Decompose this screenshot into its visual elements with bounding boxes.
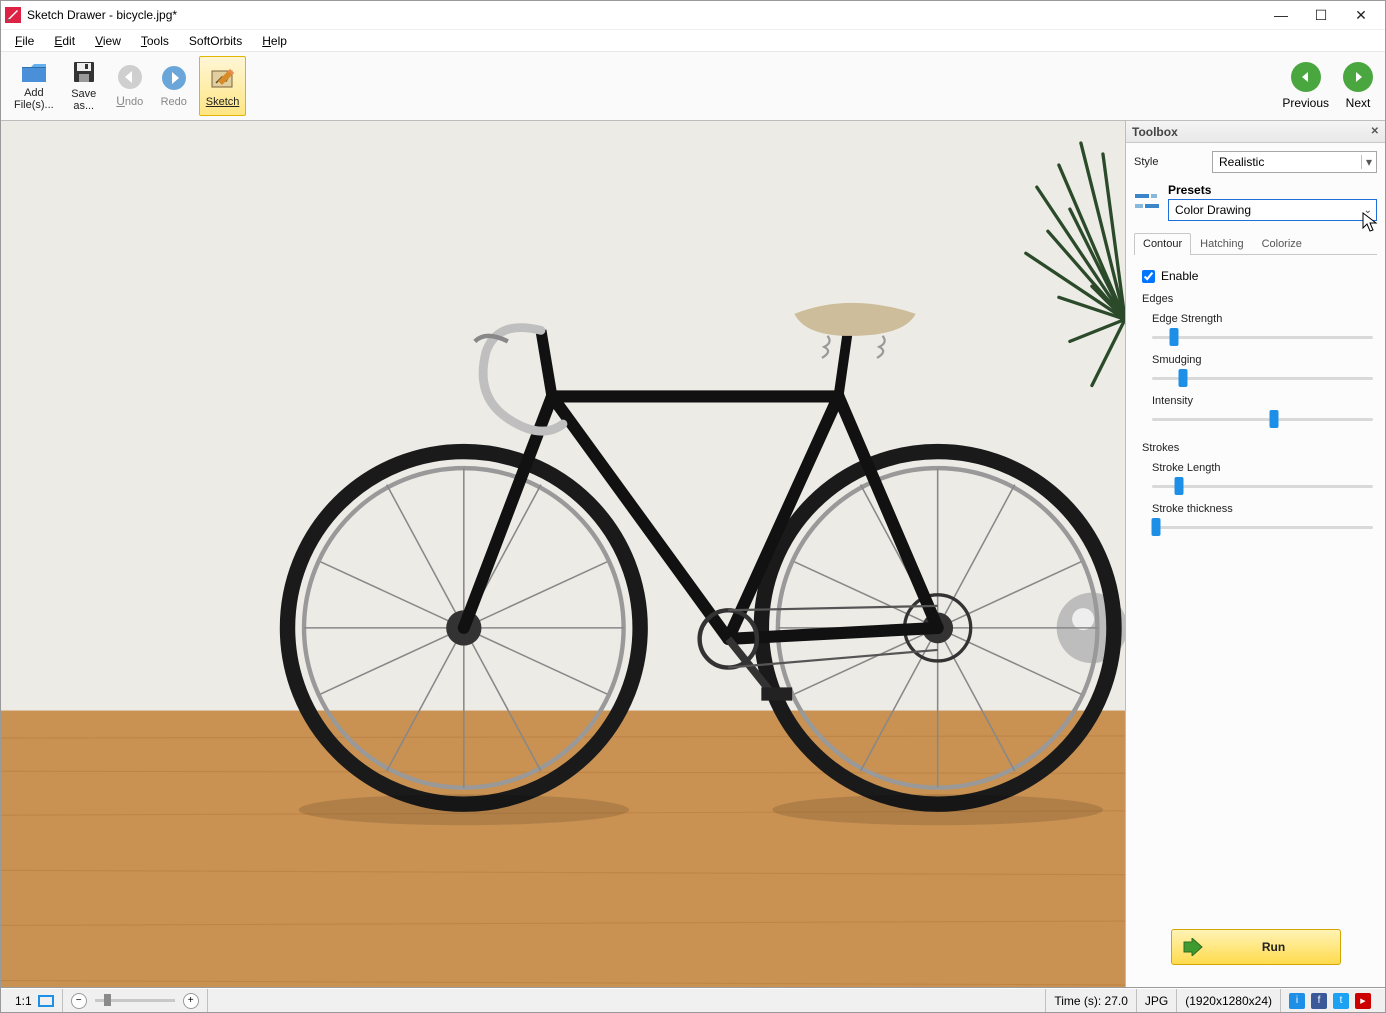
next-label: Next (1346, 96, 1371, 110)
run-arrow-icon (1182, 938, 1204, 956)
image-preview (1, 121, 1125, 987)
presets-label: Presets (1168, 183, 1377, 197)
status-time: Time (s): 27.0 (1046, 989, 1137, 1012)
toolbox-header: Toolbox ✕ (1126, 121, 1385, 143)
close-button[interactable]: ✕ (1341, 3, 1381, 27)
add-files-button[interactable]: Add File(s)... (7, 56, 61, 116)
toolbox-panel: Toolbox ✕ Style Realistic ▾ Presets Colo… (1125, 121, 1385, 987)
next-button[interactable]: Next (1337, 56, 1379, 116)
toolbar: Add File(s)... Save as... Undo Redo Sket… (1, 51, 1385, 121)
presets-icon (1134, 189, 1160, 215)
window-title: Sketch Drawer - bicycle.jpg* (27, 8, 177, 22)
intensity-label: Intensity (1152, 395, 1373, 407)
chevron-down-icon: ▾ (1361, 155, 1372, 169)
status-dimensions: (1920x1280x24) (1177, 989, 1281, 1012)
toolbox-title: Toolbox (1132, 125, 1178, 139)
app-icon (5, 7, 21, 23)
stroke-length-label: Stroke Length (1152, 462, 1373, 474)
presets-select[interactable]: Color Drawing ⌄ (1168, 199, 1377, 221)
status-format: JPG (1137, 989, 1177, 1012)
previous-label: Previous (1282, 96, 1329, 110)
presets-value: Color Drawing (1175, 203, 1251, 217)
folder-icon (20, 61, 48, 83)
undo-label: Undo (116, 95, 143, 108)
save-as-label: Save as... (71, 88, 96, 112)
status-spacer (208, 989, 1047, 1012)
edge-strength-label: Edge Strength (1152, 313, 1373, 325)
menu-view[interactable]: View (87, 32, 129, 50)
info-icon[interactable]: i (1289, 993, 1305, 1009)
facebook-icon[interactable]: f (1311, 993, 1327, 1009)
zoom-in-button[interactable]: + (183, 993, 199, 1009)
sketch-button[interactable]: Sketch (199, 56, 247, 116)
tab-contour[interactable]: Contour (1134, 233, 1191, 255)
redo-icon (160, 64, 188, 92)
zoom-control: − + (63, 989, 208, 1012)
youtube-icon[interactable]: ▶ (1355, 993, 1371, 1009)
next-icon (1343, 62, 1373, 92)
ratio-text: 1:1 (15, 994, 32, 1008)
enable-label: Enable (1161, 269, 1198, 283)
fit-icon[interactable] (38, 995, 54, 1007)
stroke-length-slider[interactable] (1152, 477, 1373, 495)
save-as-button[interactable]: Save as... (63, 56, 105, 116)
undo-icon (116, 63, 144, 91)
strokes-group-title: Strokes (1142, 442, 1373, 454)
maximize-button[interactable]: ☐ (1301, 3, 1341, 27)
toolbox-tabs: Contour Hatching Colorize (1134, 233, 1377, 255)
menu-edit[interactable]: Edit (46, 32, 83, 50)
redo-button[interactable]: Redo (153, 56, 195, 116)
tab-hatching[interactable]: Hatching (1191, 233, 1252, 255)
toolbox-close-icon[interactable]: ✕ (1371, 126, 1379, 137)
titlebar: Sketch Drawer - bicycle.jpg* — ☐ ✕ (1, 1, 1385, 29)
stroke-thickness-slider[interactable] (1152, 518, 1373, 536)
undo-button[interactable]: Undo (109, 56, 151, 116)
run-button[interactable]: Run (1171, 929, 1341, 965)
run-label: Run (1218, 940, 1330, 954)
smudging-label: Smudging (1152, 354, 1373, 366)
menu-softorbits[interactable]: SoftOrbits (181, 32, 250, 50)
save-icon (70, 60, 98, 84)
status-ratio: 1:1 (7, 989, 63, 1012)
canvas-area[interactable] (1, 121, 1125, 987)
previous-icon (1291, 62, 1321, 92)
twitter-icon[interactable]: t (1333, 993, 1349, 1009)
style-value: Realistic (1219, 155, 1264, 169)
style-label: Style (1134, 156, 1204, 168)
edges-group-title: Edges (1142, 293, 1373, 305)
minimize-button[interactable]: — (1261, 3, 1301, 27)
style-select[interactable]: Realistic ▾ (1212, 151, 1377, 173)
redo-label: Redo (161, 96, 187, 108)
menu-tools[interactable]: Tools (133, 32, 177, 50)
statusbar: 1:1 − + Time (s): 27.0 JPG (1920x1280x24… (1, 988, 1385, 1012)
previous-button[interactable]: Previous (1276, 56, 1335, 116)
intensity-slider[interactable] (1152, 410, 1373, 428)
zoom-slider[interactable] (95, 999, 175, 1002)
enable-checkbox[interactable] (1142, 270, 1155, 283)
enable-checkbox-row[interactable]: Enable (1142, 269, 1373, 283)
smudging-slider[interactable] (1152, 369, 1373, 387)
add-files-label: Add File(s)... (14, 87, 54, 111)
sketch-label: Sketch (206, 96, 240, 108)
tab-content-contour: Enable Edges Edge Strength Smudging Inte… (1134, 261, 1377, 540)
menu-file[interactable]: File (7, 32, 42, 50)
status-social: i f t ▶ (1281, 989, 1379, 1012)
edge-strength-slider[interactable] (1152, 328, 1373, 346)
content-area: Toolbox ✕ Style Realistic ▾ Presets Colo… (1, 121, 1385, 988)
sketch-icon (209, 64, 237, 92)
tab-colorize[interactable]: Colorize (1253, 233, 1311, 255)
chevron-down-icon: ⌄ (1364, 205, 1372, 216)
menu-help[interactable]: Help (254, 32, 295, 50)
stroke-thickness-label: Stroke thickness (1152, 503, 1373, 515)
zoom-out-button[interactable]: − (71, 993, 87, 1009)
menubar: File Edit View Tools SoftOrbits Help (1, 29, 1385, 51)
